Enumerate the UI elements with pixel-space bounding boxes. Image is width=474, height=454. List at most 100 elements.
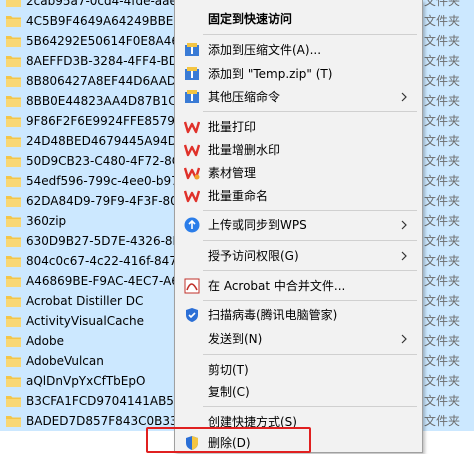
menu-item-upload-wps[interactable]: 上传或同步到WPS	[175, 214, 422, 236]
folder-icon	[6, 215, 21, 227]
archive-icon	[184, 42, 200, 58]
menu-item-label: 批量重命名	[208, 189, 269, 203]
file-kind: 文件夹	[424, 214, 461, 228]
file-kind: 文件夹	[424, 414, 461, 428]
menu-item-label: 其他压缩命令	[208, 90, 281, 104]
menu-item-label: 固定到快速访问	[208, 12, 293, 26]
folder-icon	[6, 15, 21, 27]
file-name: AdobeVulcan	[26, 354, 104, 368]
file-name: 2cab95a7-0cd4-4fde-aaef-3e0f7fff...	[26, 0, 176, 8]
menu-item-batch-rename[interactable]: 批量重命名	[175, 185, 422, 207]
menu-separator	[203, 270, 417, 271]
file-name: 804c0c67-4c22-416f-8471	[26, 254, 176, 268]
folder-icon	[6, 35, 21, 47]
folder-icon	[6, 135, 21, 147]
file-name: 5B64292E50614F0E8A461	[26, 34, 176, 48]
file-kind: 文件夹	[424, 254, 461, 268]
file-kind: 文件夹	[424, 234, 461, 248]
wps-icon	[183, 119, 201, 135]
menu-item-material-manage[interactable]: 素材管理	[175, 162, 422, 184]
menu-item-label: 批量增删水印	[208, 143, 281, 157]
file-kind: 文件夹	[424, 174, 461, 188]
folder-icon	[6, 335, 21, 347]
menu-item-label: 添加到 "Temp.zip" (T)	[208, 67, 333, 81]
file-name: 8BB0E44823AA4D87B1CC	[26, 94, 176, 108]
acrobat-icon	[184, 278, 200, 294]
wps-icon	[183, 142, 201, 158]
folder-icon	[6, 55, 21, 67]
menu-separator	[203, 210, 417, 211]
chevron-right-icon	[398, 219, 410, 231]
file-kind: 文件夹	[424, 314, 461, 328]
menu-item-label: 批量打印	[208, 120, 257, 134]
folder-icon	[6, 195, 21, 207]
folder-icon	[6, 95, 21, 107]
chevron-right-icon	[398, 250, 410, 262]
folder-icon	[6, 0, 21, 7]
context-menu: 固定到快速访问 添加到压缩文件(A)... 添加到 "Temp.zip" (T)…	[174, 0, 423, 453]
menu-separator	[203, 111, 417, 112]
folder-icon	[6, 315, 21, 327]
menu-item-pin-quick-access[interactable]: 固定到快速访问	[175, 8, 422, 30]
file-kind: 文件夹	[424, 74, 461, 88]
file-kind: 文件夹	[424, 94, 461, 108]
menu-item-label: 发送到(N)	[208, 332, 263, 346]
menu-item-label: 在 Acrobat 中合并文件...	[208, 279, 346, 293]
folder-icon	[6, 375, 21, 387]
folder-icon	[6, 75, 21, 87]
menu-separator	[203, 406, 417, 407]
menu-item-label: 上传或同步到WPS	[208, 218, 307, 232]
folder-icon	[6, 115, 21, 127]
file-kind: 文件夹	[424, 34, 461, 48]
file-kind: 文件夹	[424, 294, 461, 308]
menu-separator	[203, 300, 417, 301]
menu-separator	[203, 34, 417, 35]
folder-icon	[6, 295, 21, 307]
file-kind: 文件夹	[424, 134, 461, 148]
menu-item-batch-print[interactable]: 批量打印	[175, 116, 422, 138]
menu-item-scan-virus[interactable]: 扫描病毒(腾讯电脑管家)	[175, 304, 422, 326]
file-kind: 文件夹	[424, 194, 461, 208]
file-name: Adobe	[26, 334, 64, 348]
menu-item-add-temp-zip[interactable]: 添加到 "Temp.zip" (T)	[175, 63, 422, 85]
file-name: 4C5B9F4649A64249BBE6A	[26, 14, 176, 28]
archive-icon	[184, 89, 200, 105]
file-name: B3CFA1FCD9704141AB550	[26, 394, 176, 408]
file-kind: 文件夹	[424, 334, 461, 348]
menu-item-grant-access[interactable]: 授予访问权限(G)	[175, 245, 422, 267]
file-kind: 文件夹	[424, 14, 461, 28]
menu-item-other-compress[interactable]: 其他压缩命令	[175, 86, 422, 108]
wps-icon	[183, 188, 201, 204]
shield-icon	[184, 307, 200, 323]
menu-item-cut[interactable]: 剪切(T)	[175, 359, 422, 381]
file-name: 360zip	[26, 214, 67, 228]
file-name: 8AEFFD3B-3284-4FF4-BD1	[26, 54, 176, 68]
file-name: 24D48BED4679445A94DF4	[26, 134, 176, 148]
chevron-right-icon	[398, 333, 410, 345]
file-name: aQlDnVpYxCfTbEpO	[26, 374, 146, 388]
file-name: Acrobat Distiller DC	[26, 294, 144, 308]
menu-item-send-to[interactable]: 发送到(N)	[175, 328, 422, 350]
menu-item-label: 授予访问权限(G)	[208, 249, 299, 263]
folder-icon	[6, 255, 21, 267]
archive-icon	[184, 66, 200, 82]
cloud-upload-icon	[184, 217, 200, 233]
file-name: 630D9B27-5D7E-4326-8FA	[26, 234, 176, 248]
menu-item-copy[interactable]: 复制(C)	[175, 381, 422, 403]
delete-highlight-box	[146, 427, 311, 453]
menu-item-acrobat-merge[interactable]: 在 Acrobat 中合并文件...	[175, 275, 422, 297]
folder-icon	[6, 275, 21, 287]
menu-item-add-archive[interactable]: 添加到压缩文件(A)...	[175, 39, 422, 61]
folder-icon	[6, 395, 21, 407]
file-name: 54edf596-799c-4ee0-b97f	[26, 174, 176, 188]
folder-icon	[6, 355, 21, 367]
folder-icon	[6, 175, 21, 187]
menu-item-batch-watermark[interactable]: 批量增删水印	[175, 139, 422, 161]
menu-item-label: 剪切(T)	[208, 363, 249, 377]
chevron-right-icon	[398, 91, 410, 103]
file-kind: 文件夹	[424, 114, 461, 128]
wps-material-icon	[183, 165, 201, 181]
menu-item-label: 扫描病毒(腾讯电脑管家)	[208, 308, 338, 322]
file-kind: 文件夹	[424, 374, 461, 388]
folder-icon	[6, 415, 21, 427]
